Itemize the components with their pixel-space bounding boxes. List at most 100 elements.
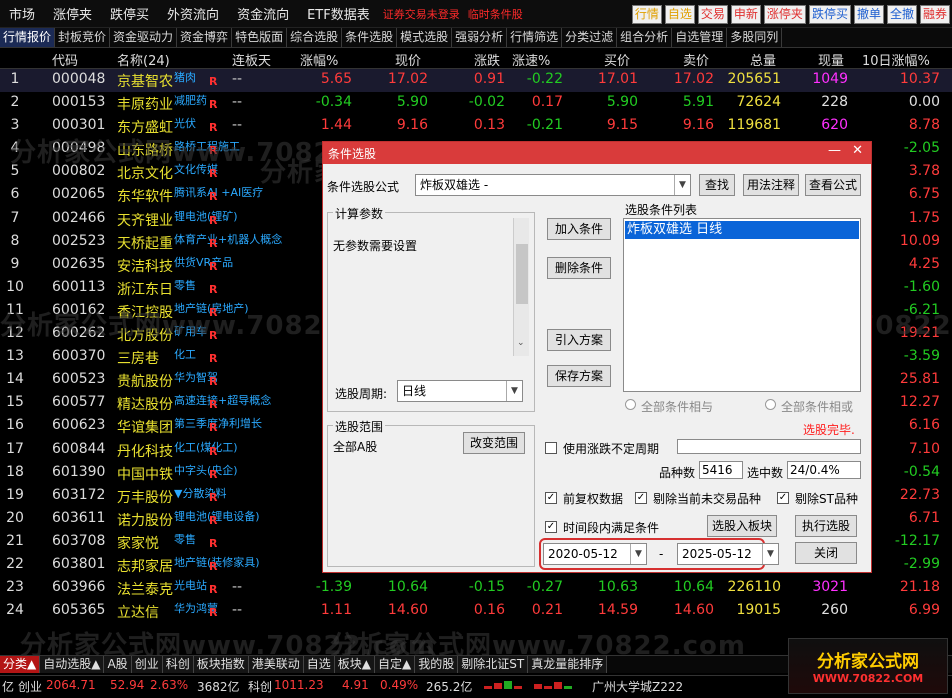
tab-item[interactable]: 封板竞价 [55, 28, 111, 47]
tab-item[interactable]: 综合选股 [287, 28, 343, 47]
bottom-tab[interactable]: A股 [104, 656, 132, 673]
menu-item[interactable]: 市场 [0, 4, 44, 23]
tab-item[interactable]: 多股同列 [727, 28, 783, 47]
col-buy[interactable]: 买价 [604, 50, 630, 69]
tab-item[interactable]: 资金博弈 [177, 28, 233, 47]
col-code[interactable]: 代码 [52, 50, 78, 69]
tab-item[interactable]: 自选管理 [672, 28, 728, 47]
quick-button[interactable]: 申新 [730, 5, 761, 24]
close-button[interactable]: 关闭 [795, 542, 857, 564]
col-zd[interactable]: 涨跌 [474, 50, 500, 69]
chk-notrade[interactable]: ✓ [635, 492, 647, 504]
radio-and[interactable] [625, 399, 636, 410]
condition-list-item[interactable]: 炸板双雄选 日线 [625, 221, 859, 239]
tab-item[interactable]: 强弱分析 [452, 28, 508, 47]
formula-combo[interactable]: 炸板双雄选 - ▼ [415, 174, 691, 196]
scroll-down-icon[interactable]: ⌄ [517, 338, 525, 348]
col-now[interactable]: 现量 [818, 50, 844, 69]
quick-button[interactable]: 撤单 [853, 5, 884, 24]
bottom-tab[interactable]: 自选 [303, 656, 335, 673]
chevron-down-icon[interactable]: ▼ [630, 544, 646, 564]
params-scrollbar[interactable]: ⌄ [513, 218, 529, 356]
quick-button[interactable]: 自选 [664, 5, 695, 24]
quick-button[interactable]: 跌停买 [808, 5, 851, 24]
save-plan-button[interactable]: 保存方案 [547, 365, 611, 387]
table-row[interactable]: 2 000153 丰原药业 减肥药 -- -0.34 5.90 -0.02 0.17 5.90 5.… [0, 92, 952, 115]
col-name[interactable]: 名称(24) [117, 50, 170, 69]
dialog-titlebar[interactable]: 条件选股 — ✕ [323, 142, 871, 164]
stock-name: 京基智农 [117, 74, 173, 90]
table-row[interactable]: 23 603966 法兰泰克 光电站 -- -1.39 10.64 -0.15 -0.27 10.… [0, 577, 952, 600]
col-vol[interactable]: 总量 [750, 50, 776, 69]
col-lbd[interactable]: 连板天 [232, 50, 271, 69]
add-condition-button[interactable]: 加入条件 [547, 218, 611, 240]
condition-list[interactable]: 炸板双雄选 日线 [623, 218, 861, 392]
bottom-tab[interactable]: 创业 [131, 656, 163, 673]
find-button[interactable]: 查找 [699, 174, 735, 196]
view-formula-button[interactable]: 查看公式 [805, 174, 861, 196]
menu-item[interactable]: 资金流向 [228, 4, 298, 23]
col-zs[interactable]: 涨速% [512, 50, 550, 69]
bottom-tab[interactable]: 自动选股▲ [40, 656, 105, 673]
quick-button[interactable]: 行情 [631, 5, 662, 24]
close-icon[interactable]: ✕ [852, 143, 863, 158]
quick-button[interactable]: 融券 [919, 5, 950, 24]
import-plan-button[interactable]: 引入方案 [547, 329, 611, 351]
quick-button[interactable]: 全撤 [886, 5, 917, 24]
quick-button[interactable]: 涨停夹 [763, 5, 806, 24]
to-block-button[interactable]: 选股入板块 [707, 515, 777, 537]
status-kc-amount: 265.2亿 [426, 680, 473, 694]
bottom-tab[interactable]: 港美联动 [248, 656, 304, 673]
date-to-combo[interactable]: 2025-05-12 ▼ [677, 543, 779, 565]
params-scroll-thumb[interactable] [516, 244, 528, 304]
bottom-tab[interactable]: 剔除北证ST [458, 656, 529, 673]
stock-name: 浙江东日 [117, 281, 173, 298]
table-row[interactable]: 1 000048 京基智农 猪肉 -- 5.65 17.02 0.91 -0.22 17.01 17… [0, 69, 952, 93]
menu-item[interactable]: 外资流向 [158, 4, 228, 23]
change-range-button[interactable]: 改变范围 [463, 432, 525, 454]
tab-item[interactable]: 条件选股 [342, 28, 398, 47]
quick-button[interactable]: 交易 [697, 5, 728, 24]
menu-item[interactable]: ETF数据表 [298, 4, 379, 23]
menu-red-item[interactable]: 证券交易未登录 [379, 6, 464, 22]
chevron-down-icon[interactable]: ▼ [506, 381, 522, 401]
date-from-combo[interactable]: 2020-05-12 ▼ [543, 543, 647, 565]
row-index: 3 [10, 117, 20, 134]
col-sell[interactable]: 卖价 [683, 50, 709, 69]
col-zf10[interactable]: 10日涨幅% [862, 50, 930, 69]
menu-red-item[interactable]: 临时条件股 [464, 6, 527, 22]
tab-item[interactable]: 行情报价 [0, 28, 56, 47]
table-row[interactable]: 24 605365 立达信 华为鸿蒙 -- 1.11 14.60 0.16 0.21 14.59 1… [0, 600, 952, 623]
tab-item[interactable]: 分类过滤 [562, 28, 618, 47]
col-zdf[interactable]: 涨幅% [300, 50, 338, 69]
chevron-down-icon[interactable]: ▼ [674, 175, 690, 195]
delete-condition-button[interactable]: 删除条件 [547, 257, 611, 279]
tab-item[interactable]: 组合分析 [617, 28, 673, 47]
tab-item[interactable]: 行情筛选 [507, 28, 563, 47]
bottom-tab[interactable]: 科创 [162, 656, 194, 673]
chk-st[interactable]: ✓ [777, 492, 789, 504]
usage-button[interactable]: 用法注释 [743, 174, 799, 196]
bottom-tab[interactable]: 板块▲ [334, 656, 375, 673]
tab-item[interactable]: 模式选股 [397, 28, 453, 47]
bottom-tab[interactable]: 自定▲ [375, 656, 416, 673]
execute-button[interactable]: 执行选股 [795, 515, 857, 537]
minimize-icon[interactable]: — [828, 143, 841, 158]
chevron-down-icon[interactable]: ▼ [762, 544, 778, 564]
chk-fq[interactable]: ✓ [545, 492, 557, 504]
bottom-tab[interactable]: 分类▲ [0, 656, 41, 673]
bottom-tab[interactable]: 我的股 [415, 656, 459, 673]
menu-item[interactable]: 跌停买 [101, 4, 158, 23]
radio-or[interactable] [765, 399, 776, 410]
ask-price: 9.16 [682, 117, 714, 134]
chk-interval[interactable]: ✓ [545, 521, 557, 533]
tab-item[interactable]: 资金驱动力 [110, 28, 178, 47]
menu-item[interactable]: 涨停夹 [44, 4, 101, 23]
col-price[interactable]: 现价 [395, 50, 421, 69]
bottom-tab[interactable]: 真龙量能排序 [528, 656, 608, 673]
bottom-tab[interactable]: 板块指数 [193, 656, 249, 673]
tab-item[interactable]: 特色版面 [232, 28, 288, 47]
period-combo[interactable]: 日线 ▼ [397, 380, 523, 402]
chk-flexible-period[interactable] [545, 442, 557, 454]
flexible-period-input[interactable] [677, 439, 861, 454]
